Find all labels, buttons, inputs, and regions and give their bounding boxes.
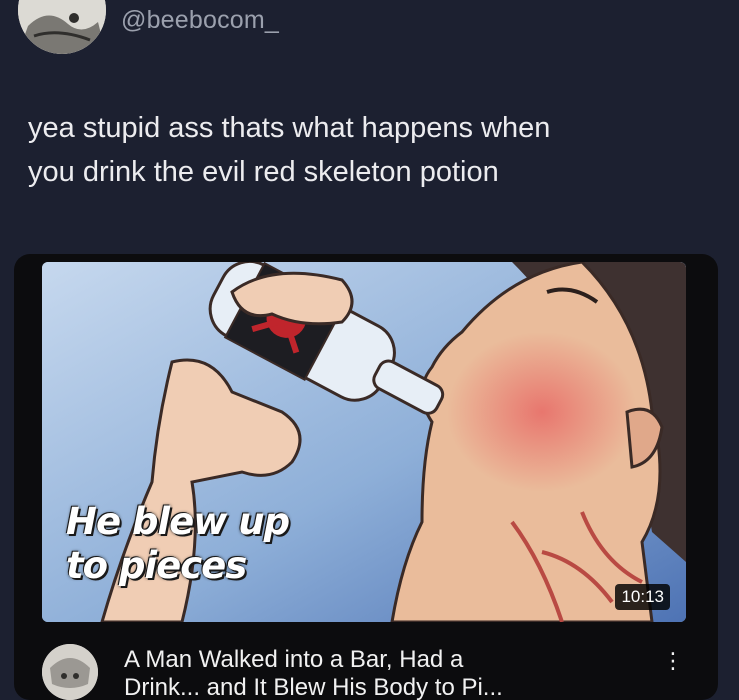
user-handle[interactable]: @beebocom_ <box>121 6 279 35</box>
channel-avatar-drawing <box>42 644 98 700</box>
post-header: @beebocom_ <box>0 0 739 60</box>
post-text-line-1: yea stupid ass thats what happens when <box>28 112 551 144</box>
post-text-line-2: you drink the evil red skeleton potion <box>28 156 499 188</box>
video-card[interactable]: He blew up to pieces 10:13 A Man Walked … <box>14 254 718 700</box>
caption-line-1: He blew up <box>66 500 290 543</box>
video-title-line-1: A Man Walked into a Bar, Had a <box>124 646 464 673</box>
video-title-line-2: Drink... and It Blew His Body to Pi... <box>124 674 503 700</box>
caption-line-2: to pieces <box>66 544 247 587</box>
channel-avatar[interactable] <box>42 644 98 700</box>
video-title[interactable]: A Man Walked into a Bar, Had a Drink... … <box>124 646 644 700</box>
post-text: yea stupid ass thats what happens when y… <box>28 106 728 194</box>
avatar-drawing <box>18 0 106 54</box>
thumbnail-caption: He blew up to pieces <box>66 500 290 588</box>
more-vertical-icon[interactable]: ⋮ <box>662 646 684 676</box>
video-duration-badge: 10:13 <box>615 584 670 610</box>
user-avatar[interactable] <box>18 0 106 54</box>
video-thumbnail[interactable]: He blew up to pieces 10:13 <box>42 262 686 622</box>
video-info-row[interactable]: A Man Walked into a Bar, Had a Drink... … <box>14 624 718 700</box>
